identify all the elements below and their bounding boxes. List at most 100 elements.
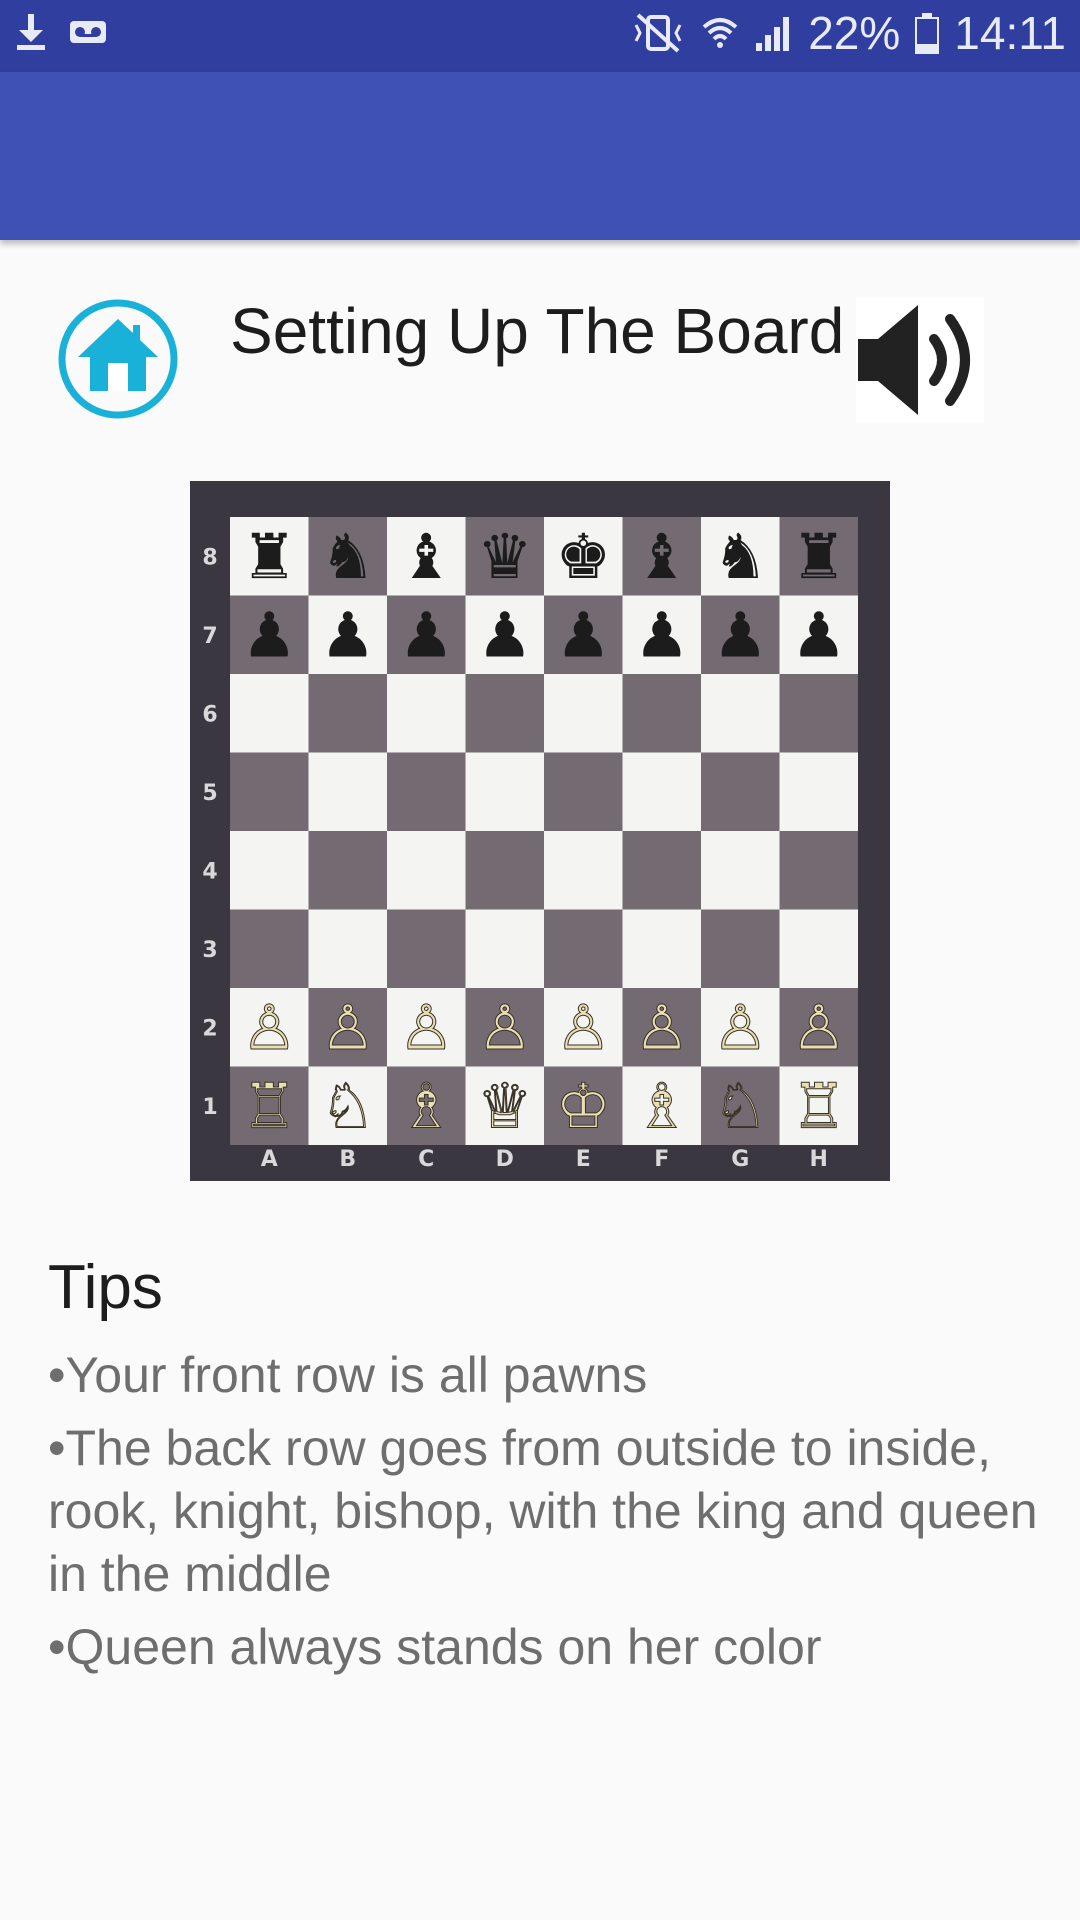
chess-piece: ♚ — [555, 520, 611, 593]
board-square — [544, 752, 623, 831]
chess-piece: ♟ — [634, 599, 690, 672]
board-square — [544, 674, 623, 753]
download-icon — [14, 12, 48, 52]
home-icon — [58, 299, 178, 419]
chess-piece: ♖ — [791, 1070, 847, 1143]
board-square — [387, 909, 466, 988]
file-label: E — [576, 1147, 591, 1172]
chess-piece: ♙ — [241, 991, 297, 1064]
board-square — [779, 674, 858, 753]
chess-piece: ♜ — [241, 520, 297, 593]
voicemail-icon — [68, 12, 108, 52]
file-label: B — [339, 1147, 356, 1172]
chess-piece: ♗ — [634, 1070, 690, 1143]
board-square — [230, 674, 309, 753]
chess-piece: ♞ — [712, 520, 768, 593]
board-square — [308, 752, 387, 831]
board-square — [544, 909, 623, 988]
rank-label: 3 — [202, 938, 217, 963]
chess-piece: ♘ — [320, 1070, 376, 1143]
chess-piece: ♙ — [634, 991, 690, 1064]
signal-icon — [754, 13, 794, 53]
chess-piece: ♙ — [320, 991, 376, 1064]
chess-board-image: ♜ ♞ ♝ ♛ ♚ ♝ ♞ ♜♟ ♟ ♟ ♟ ♟ ♟ ♟ ♟♙ ♙ ♙ ♙ ♙ ♙ ♙ ♙♖ ♘ ♗ ♕ ♔ ♗ ♘ ♖87654321… — [202, 517, 858, 1172]
board-square — [544, 831, 623, 910]
chess-piece: ♘ — [712, 1070, 768, 1143]
chess-piece: ♙ — [477, 991, 533, 1064]
chess-piece: ♝ — [398, 520, 454, 593]
chess-piece: ♟ — [320, 599, 376, 672]
tips-heading: Tips — [48, 1253, 163, 1322]
chess-piece: ♟ — [241, 599, 297, 672]
rank-label: 8 — [202, 545, 217, 570]
file-label: H — [810, 1147, 828, 1172]
board-square — [622, 831, 701, 910]
battery-icon — [914, 11, 940, 55]
chess-piece: ♞ — [320, 520, 376, 593]
board-square — [230, 752, 309, 831]
chess-piece: ♙ — [791, 991, 847, 1064]
chess-piece: ♟ — [791, 599, 847, 672]
tip-item: •Queen always stands on her color — [48, 1619, 822, 1675]
board-square — [701, 831, 780, 910]
board-square — [230, 909, 309, 988]
chess-piece: ♛ — [477, 520, 533, 593]
tip-item: •Your front row is all pawns — [48, 1347, 648, 1403]
chess-piece: ♜ — [791, 520, 847, 593]
board-square — [622, 674, 701, 753]
chess-piece: ♙ — [398, 991, 454, 1064]
file-label: D — [496, 1147, 514, 1172]
board-square — [308, 674, 387, 753]
chess-piece: ♟ — [477, 599, 533, 672]
page-title: Setting Up The Board — [230, 295, 845, 367]
chess-piece: ♟ — [712, 599, 768, 672]
chess-piece: ♔ — [555, 1070, 611, 1143]
file-label: C — [418, 1147, 434, 1172]
clock: 14:11 — [954, 7, 1066, 59]
board-square — [779, 752, 858, 831]
speaker-volume-icon — [858, 305, 970, 415]
chess-piece: ♗ — [398, 1070, 454, 1143]
board-square — [465, 674, 544, 753]
chess-board: ♜ ♞ ♝ ♛ ♚ ♝ ♞ ♜ ♟ ♟ ♟ ♟ ♟ ♟ ♟ ♟ ♙ ♙ ♙ ♙ ♙ ♙ ♙ ♙ ♖ ♘ ♗ ♕ ♔ ♗ ♘ ♖ 8 7 6 5 4 3 2 1… — [190, 481, 890, 1181]
board-square — [387, 752, 466, 831]
board-square — [465, 831, 544, 910]
board-square — [779, 909, 858, 988]
home-button[interactable] — [56, 297, 180, 421]
chess-piece: ♝ — [634, 520, 690, 593]
status-bar: 22% 14:11 — [0, 0, 1080, 72]
app-bar — [0, 72, 1080, 240]
rank-label: 4 — [202, 859, 217, 884]
board-square — [387, 674, 466, 753]
rank-label: 2 — [202, 1016, 217, 1041]
tip-item: •The back row goes from outside to insid… — [48, 1420, 1038, 1602]
board-square — [465, 909, 544, 988]
board-square — [465, 752, 544, 831]
board-square — [308, 909, 387, 988]
tips-list: •Your front row is all pawns •The back r… — [48, 1344, 1038, 1689]
board-square — [701, 674, 780, 753]
board-square — [779, 831, 858, 910]
chess-piece: ♟ — [555, 599, 611, 672]
board-square — [308, 831, 387, 910]
rank-label: 7 — [202, 624, 217, 649]
battery-percent: 22% — [808, 7, 901, 59]
wifi-icon — [700, 13, 740, 53]
file-label: F — [654, 1147, 669, 1172]
board-square — [387, 831, 466, 910]
chess-piece: ♙ — [712, 991, 768, 1064]
chess-piece: ♕ — [477, 1070, 533, 1143]
chess-piece: ♟ — [398, 599, 454, 672]
board-square — [622, 909, 701, 988]
rank-label: 5 — [202, 781, 217, 806]
board-square — [622, 752, 701, 831]
sound-button[interactable] — [856, 297, 984, 423]
board-square — [701, 909, 780, 988]
rank-label: 6 — [202, 702, 217, 727]
rank-label: 1 — [202, 1095, 217, 1120]
mute-vibrate-icon — [630, 11, 686, 55]
file-label: G — [731, 1147, 749, 1172]
file-label: A — [261, 1147, 278, 1172]
chess-piece: ♙ — [555, 991, 611, 1064]
chess-piece: ♖ — [241, 1070, 297, 1143]
